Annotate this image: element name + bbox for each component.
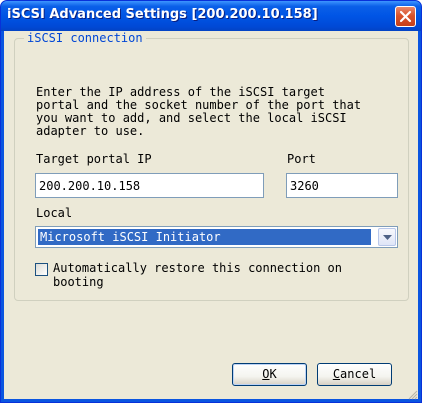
- local-adapter-select[interactable]: Microsoft iSCSI Initiator: [35, 226, 398, 248]
- auto-restore-label[interactable]: Automatically restore this connection on…: [53, 261, 383, 289]
- window-title: iSCSI Advanced Settings [200.200.10.158]: [7, 7, 318, 22]
- group-legend: iSCSI connection: [24, 31, 146, 45]
- target-portal-label: Target portal IP: [36, 152, 152, 166]
- close-icon: [399, 10, 412, 23]
- description-text: Enter the IP address of the iSCSI target…: [36, 85, 362, 138]
- auto-restore-checkbox[interactable]: [35, 263, 48, 276]
- title-bar[interactable]: iSCSI Advanced Settings [200.200.10.158]: [1, 1, 421, 31]
- ok-button[interactable]: OK: [232, 363, 307, 386]
- local-adapter-selected: Microsoft iSCSI Initiator: [38, 229, 371, 245]
- dropdown-button[interactable]: [378, 228, 396, 246]
- local-label: Local: [36, 206, 73, 220]
- ok-label: K: [269, 367, 277, 381]
- chevron-down-icon: [383, 235, 392, 240]
- cancel-label: ancel: [340, 367, 377, 381]
- resize-grip-icon[interactable]: [408, 390, 418, 400]
- target-portal-input[interactable]: [35, 173, 264, 198]
- port-input[interactable]: [286, 173, 398, 198]
- cancel-mnemonic: C: [332, 367, 341, 381]
- cancel-button[interactable]: Cancel: [317, 363, 392, 386]
- port-label: Port: [287, 152, 316, 166]
- close-button[interactable]: [395, 6, 416, 27]
- ok-mnemonic: O: [262, 367, 270, 381]
